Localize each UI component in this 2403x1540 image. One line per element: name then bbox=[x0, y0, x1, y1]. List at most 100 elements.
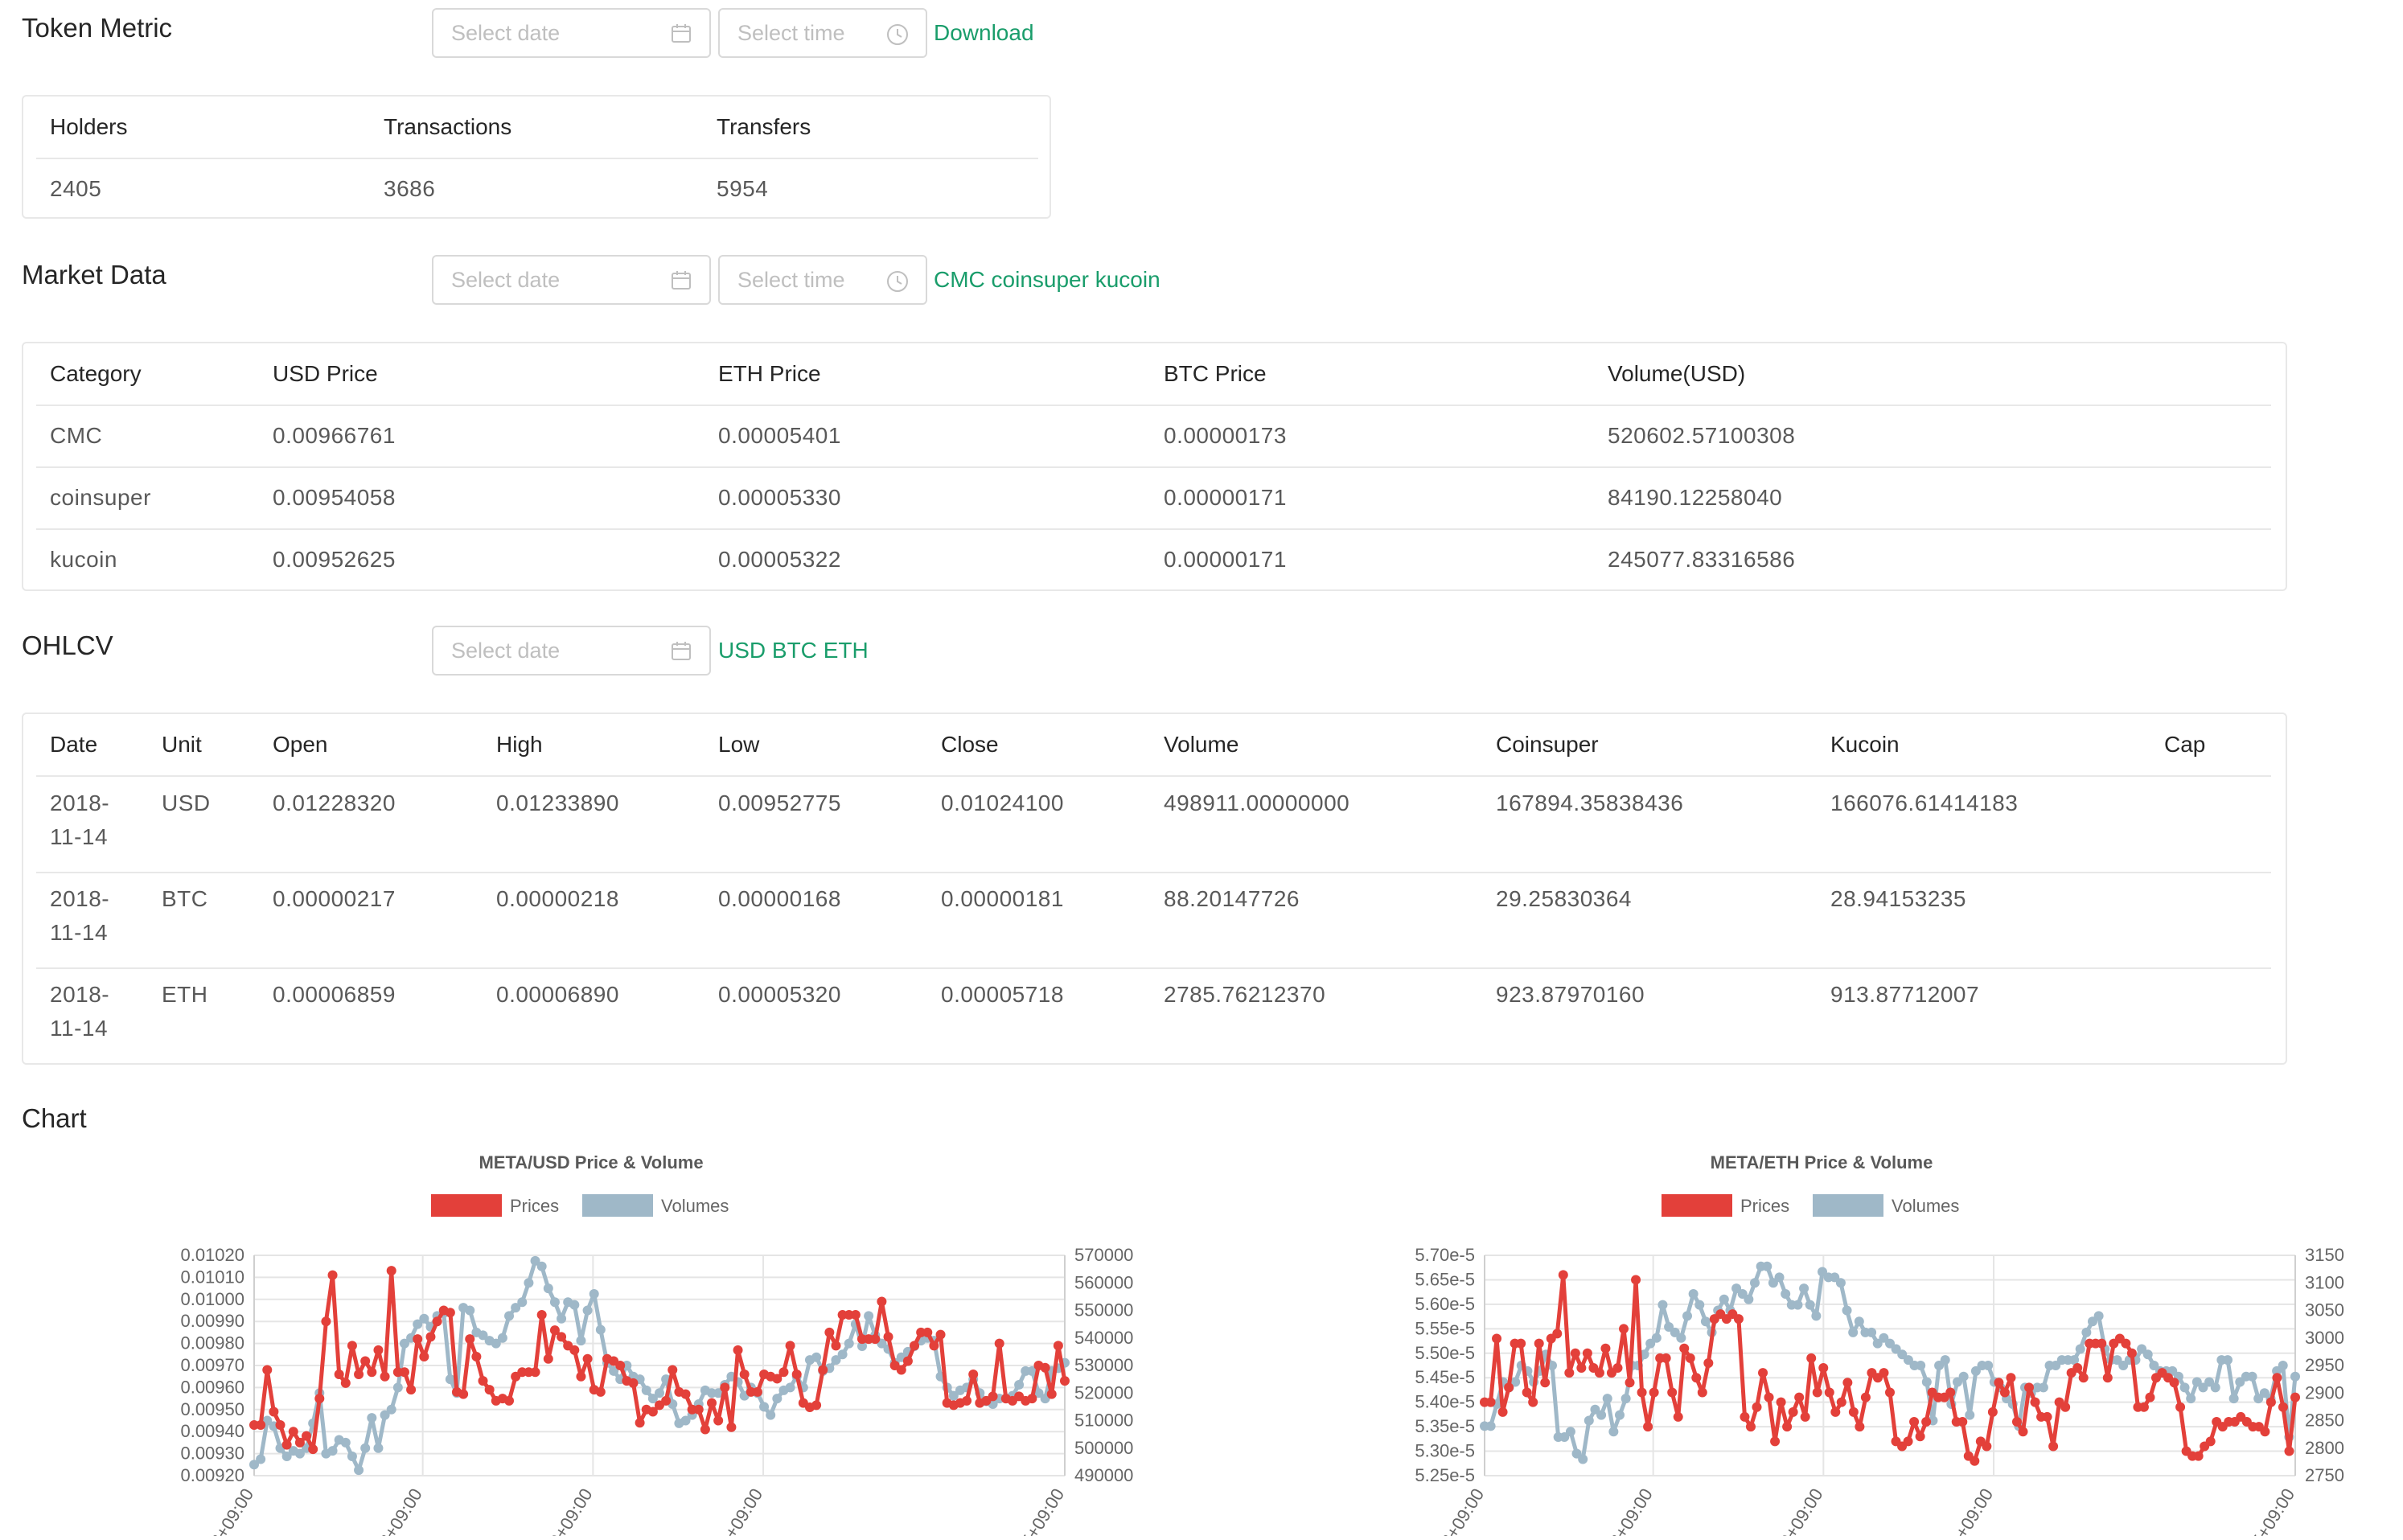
date-placeholder: Select date bbox=[451, 21, 561, 45]
data-point bbox=[1697, 1387, 1707, 1398]
calendar-icon bbox=[672, 24, 691, 43]
data-point bbox=[1625, 1378, 1635, 1388]
row-divider bbox=[36, 872, 2271, 873]
y-left-tick-label: 0.00930 bbox=[180, 1443, 244, 1464]
data-point bbox=[1781, 1288, 1791, 1299]
data-point bbox=[864, 1311, 874, 1321]
table-cell: 88.20147726 bbox=[1164, 886, 1300, 911]
y-left-tick-label: 5.35e-5 bbox=[1415, 1416, 1475, 1436]
link-usd[interactable]: USD bbox=[718, 638, 766, 663]
column-header: Low bbox=[718, 732, 760, 757]
data-point bbox=[2097, 1338, 2107, 1349]
token-metric-table: Holders Transactions Transfers 2405 3686… bbox=[22, 95, 1051, 219]
data-point bbox=[1806, 1353, 1817, 1363]
y-right-tick-label: 530000 bbox=[1074, 1355, 1133, 1375]
link-kucoin[interactable]: kucoin bbox=[1095, 267, 1160, 292]
time-placeholder: Select time bbox=[737, 268, 845, 292]
calendar-icon bbox=[672, 642, 691, 660]
token-metric-title: Token Metric bbox=[22, 13, 173, 43]
token-time-picker[interactable]: Select time bbox=[718, 8, 927, 58]
data-point bbox=[582, 1353, 593, 1364]
legend-label: Prices bbox=[1740, 1196, 1789, 1216]
column-header: Kucoin bbox=[1830, 732, 1900, 757]
data-point bbox=[1854, 1316, 1864, 1327]
y-right-tick-label: 2900 bbox=[2305, 1382, 2344, 1402]
data-point bbox=[1970, 1456, 1980, 1466]
data-point bbox=[576, 1371, 586, 1382]
data-point bbox=[557, 1313, 567, 1324]
data-point bbox=[759, 1402, 770, 1412]
data-point bbox=[1661, 1353, 1671, 1363]
data-point bbox=[569, 1300, 580, 1310]
data-point bbox=[713, 1415, 724, 1426]
data-point bbox=[2075, 1344, 2085, 1354]
data-point bbox=[302, 1431, 312, 1441]
data-point bbox=[988, 1391, 998, 1402]
table-cell: 0.00000173 bbox=[1164, 423, 1287, 448]
column-header: Open bbox=[273, 732, 328, 757]
data-point bbox=[1578, 1454, 1588, 1464]
link-eth[interactable]: ETH bbox=[824, 638, 869, 663]
y-left-tick-label: 5.70e-5 bbox=[1415, 1245, 1475, 1265]
data-point bbox=[2121, 1338, 2131, 1349]
y-right-tick-label: 520000 bbox=[1074, 1382, 1133, 1402]
data-point bbox=[471, 1352, 482, 1362]
data-point bbox=[360, 1356, 371, 1366]
data-point bbox=[1758, 1368, 1768, 1378]
data-point bbox=[262, 1365, 273, 1375]
link-coinsuper[interactable]: coinsuper bbox=[992, 267, 1089, 292]
data-point bbox=[1733, 1314, 1744, 1324]
table-cell: 0.00966761 bbox=[273, 423, 396, 448]
data-point bbox=[1994, 1378, 2004, 1388]
data-point bbox=[1620, 1394, 1631, 1404]
download-link[interactable]: Download bbox=[934, 20, 1034, 46]
data-point bbox=[1764, 1392, 1774, 1402]
data-point bbox=[2072, 1363, 2083, 1374]
y-right-tick-label: 540000 bbox=[1074, 1328, 1133, 1348]
data-point bbox=[1612, 1363, 1623, 1374]
data-point bbox=[1619, 1324, 1629, 1334]
date-placeholder: Select date bbox=[451, 268, 561, 292]
x-tick-label: …23+09:00 bbox=[191, 1485, 257, 1536]
market-date-picker[interactable]: Select date bbox=[432, 255, 711, 305]
y-left-tick-label: 0.00990 bbox=[180, 1311, 244, 1331]
data-point bbox=[1688, 1288, 1699, 1299]
data-point bbox=[543, 1353, 553, 1364]
data-point bbox=[367, 1413, 377, 1423]
legend-swatch bbox=[1813, 1194, 1883, 1217]
column-header: Unit bbox=[162, 732, 202, 757]
table-cell: 0.00000171 bbox=[1164, 485, 1287, 510]
table-cell: ETH bbox=[162, 982, 208, 1007]
data-point bbox=[380, 1371, 390, 1382]
data-point bbox=[883, 1332, 893, 1342]
y-right-tick-label: 2800 bbox=[2305, 1438, 2344, 1458]
link-cmc[interactable]: CMC bbox=[934, 267, 985, 292]
table-cell: 0.00006859 bbox=[273, 982, 396, 1007]
market-time-picker[interactable]: Select time bbox=[718, 255, 927, 305]
data-point bbox=[1983, 1361, 1994, 1370]
link-btc[interactable]: BTC bbox=[772, 638, 817, 663]
y-right-tick-label: 560000 bbox=[1074, 1272, 1133, 1292]
data-point bbox=[1903, 1436, 1913, 1447]
data-point bbox=[1794, 1392, 1805, 1402]
data-point bbox=[1909, 1417, 1920, 1427]
y-left-tick-label: 0.00970 bbox=[180, 1355, 244, 1375]
token-date-picker[interactable]: Select date bbox=[432, 8, 711, 58]
data-point bbox=[269, 1407, 279, 1417]
data-point bbox=[373, 1345, 384, 1355]
data-point bbox=[2193, 1451, 2204, 1461]
data-point bbox=[1879, 1368, 1889, 1378]
ohlcv-date-picker[interactable]: Select date bbox=[432, 626, 711, 676]
data-point bbox=[536, 1261, 547, 1271]
data-point bbox=[314, 1394, 325, 1404]
data-point bbox=[340, 1437, 351, 1448]
table-cell: 0.00952625 bbox=[273, 547, 396, 572]
chart-title: META/ETH Price & Volume bbox=[1711, 1152, 1933, 1172]
table-cell: 2785.76212370 bbox=[1164, 982, 1326, 1007]
data-point bbox=[2145, 1392, 2155, 1402]
table-cell: coinsuper bbox=[50, 485, 151, 510]
data-point bbox=[517, 1297, 528, 1308]
data-point bbox=[707, 1398, 717, 1408]
data-point bbox=[1842, 1378, 1853, 1388]
data-point bbox=[2006, 1373, 2016, 1383]
